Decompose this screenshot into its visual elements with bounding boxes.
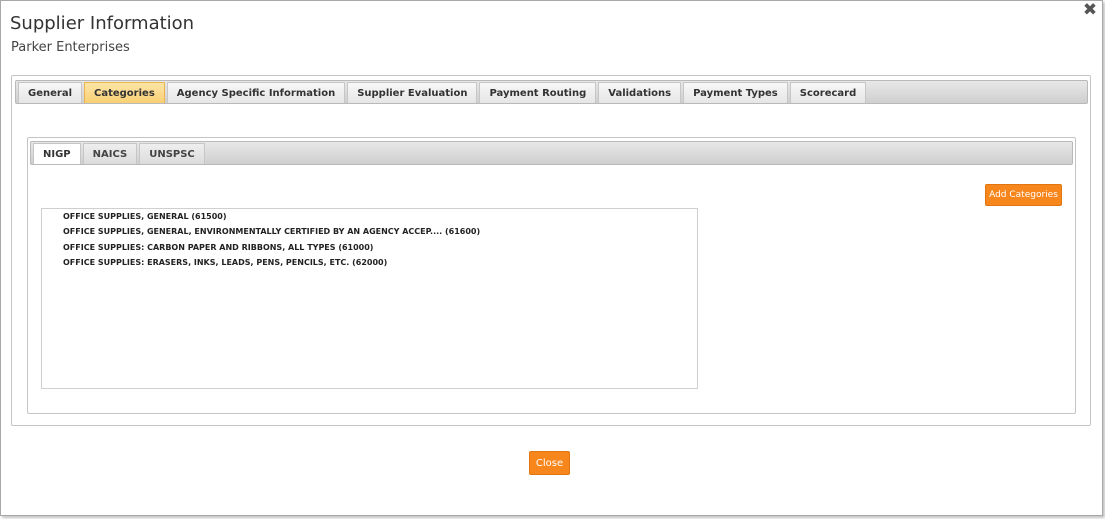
tab-payment-types[interactable]: Payment Types <box>683 82 788 103</box>
tab-general[interactable]: General <box>18 82 82 103</box>
category-type-tab-bar: NIGP NAICS UNSPSC <box>30 141 1073 165</box>
tab-validations[interactable]: Validations <box>598 82 682 103</box>
tab-categories[interactable]: Categories <box>84 82 165 103</box>
tab-agency-specific-information[interactable]: Agency Specific Information <box>166 82 346 103</box>
main-tab-panel: General Categories Agency Specific Infor… <box>11 75 1091 426</box>
category-list[interactable]: OFFICE SUPPLIES, GENERAL (61500) OFFICE … <box>41 208 698 389</box>
supplier-name: Parker Enterprises <box>11 40 130 55</box>
tab-scorecard[interactable]: Scorecard <box>789 82 867 103</box>
list-item[interactable]: OFFICE SUPPLIES, GENERAL (61500) <box>42 209 697 224</box>
subtab-unspsc[interactable]: UNSPSC <box>139 143 205 164</box>
tab-payment-routing[interactable]: Payment Routing <box>479 82 597 103</box>
close-icon[interactable]: ✖ <box>1082 2 1098 19</box>
subtab-nigp[interactable]: NIGP <box>33 143 81 164</box>
close-button[interactable]: Close <box>529 451 570 475</box>
subtab-naics[interactable]: NAICS <box>82 143 138 164</box>
list-item[interactable]: OFFICE SUPPLIES: ERASERS, INKS, LEADS, P… <box>42 255 697 270</box>
dialog-title: Supplier Information <box>10 13 195 34</box>
category-tab-panel: NIGP NAICS UNSPSC Add Categories OFFICE … <box>27 137 1076 414</box>
supplier-information-dialog: ✖ Supplier Information Parker Enterprise… <box>0 0 1103 516</box>
tab-supplier-evaluation[interactable]: Supplier Evaluation <box>347 82 478 103</box>
add-categories-button[interactable]: Add Categories <box>985 184 1062 206</box>
list-item[interactable]: OFFICE SUPPLIES: CARBON PAPER AND RIBBON… <box>42 240 697 255</box>
main-tab-bar: General Categories Agency Specific Infor… <box>15 80 1088 104</box>
list-item[interactable]: OFFICE SUPPLIES, GENERAL, ENVIRONMENTALL… <box>42 224 697 239</box>
